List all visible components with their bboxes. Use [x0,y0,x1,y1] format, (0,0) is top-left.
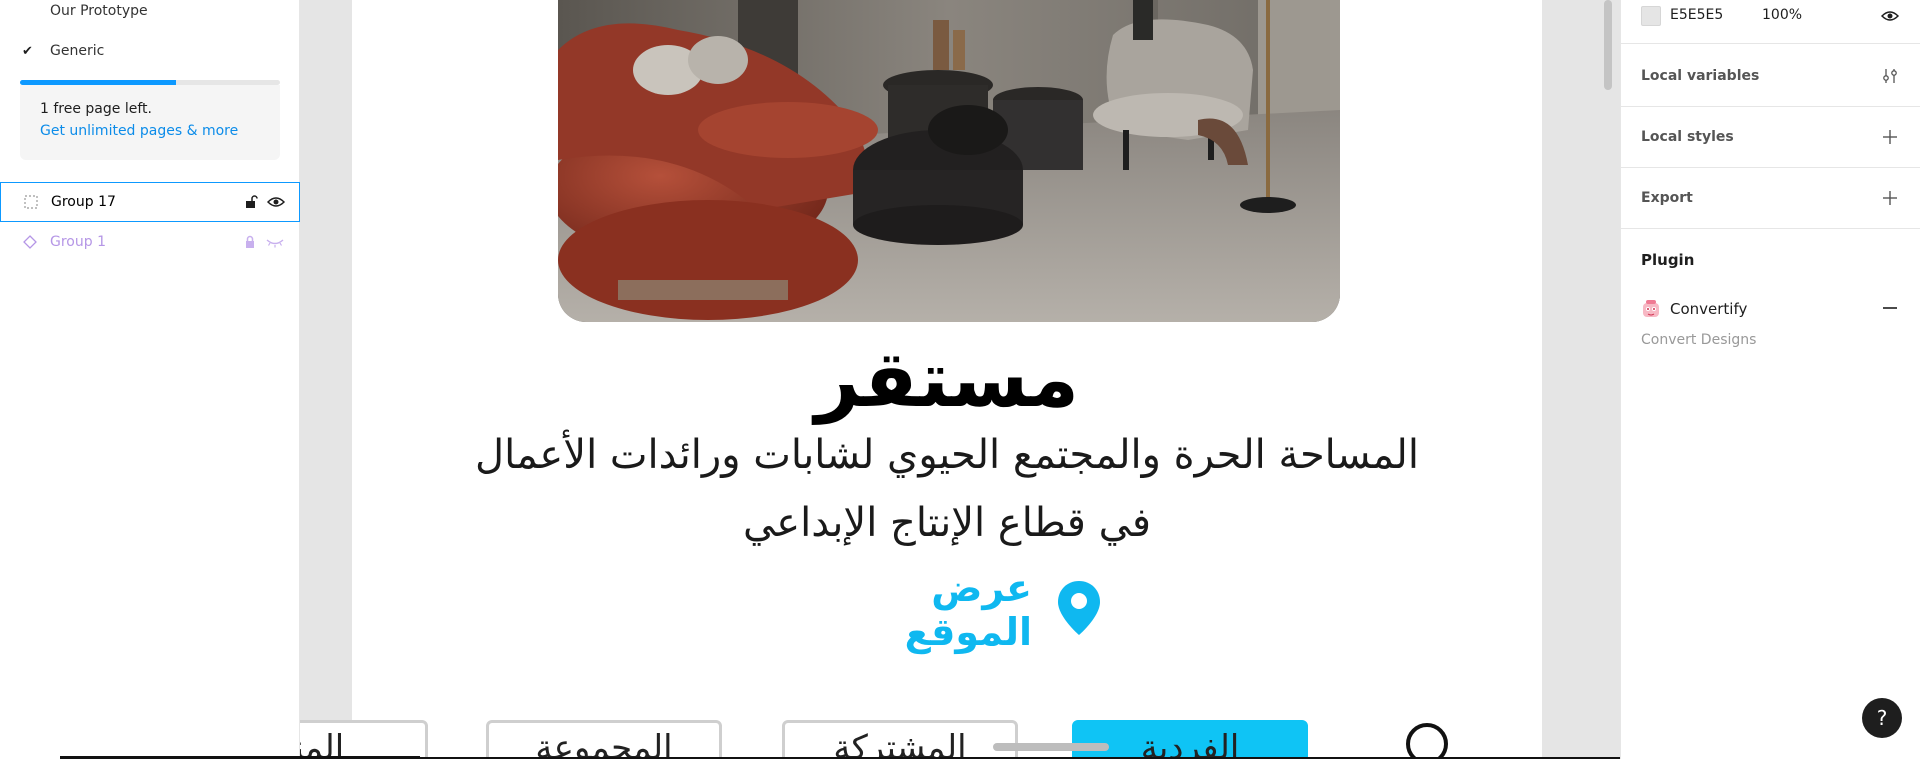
section-label: Local styles [1641,129,1734,145]
vertical-scrollbar[interactable] [1604,0,1612,90]
plus-icon[interactable] [1881,128,1899,146]
upgrade-box: 1 free page left. Get unlimited pages & … [20,85,280,160]
tab-home[interactable]: المنز [300,720,428,759]
tab-group[interactable]: المجموعة [486,720,722,759]
hero-title: مستقر [814,335,1080,425]
layers-panel: Our Prototype ✔ Generic 1 free page left… [0,0,300,759]
layer-name: Group 17 [51,194,116,210]
properties-panel: E5E5E5 100% Local variables Local styles… [1620,0,1920,759]
convertify-plugin-icon [1641,299,1661,319]
hero-subtitle-line-2: في قطاع الإنتاج الإبداعي [742,500,1152,546]
component-diamond-icon [22,234,38,250]
fill-color-swatch[interactable] [1641,6,1661,26]
plugin-name[interactable]: Convertify [1670,300,1747,318]
page-item-our-prototype[interactable]: Our Prototype [0,0,300,29]
export-section[interactable]: Export [1621,168,1920,229]
landing-page-frame[interactable]: مستقر المساحة الحرة والمجتمع الحيوي لشاب… [300,0,1542,759]
tab-shared[interactable]: المشتركة [782,720,1018,759]
layer-name: Group 1 [50,234,106,250]
lock-icon[interactable] [242,234,258,250]
local-styles-section[interactable]: Local styles [1621,107,1920,168]
layer-row-group-17[interactable]: Group 17 [0,182,300,222]
circle-shape [1405,722,1449,759]
plugin-heading: Plugin [1641,251,1695,269]
page-label: Our Prototype [50,3,148,19]
minus-icon[interactable] [1882,300,1898,316]
frame-dots-icon [23,194,39,210]
sliders-icon[interactable] [1881,67,1899,85]
hero-living-room-image [558,0,1340,322]
fill-opacity-value[interactable]: 100% [1762,7,1802,23]
map-pin-icon [1056,579,1102,641]
horizontal-scrollbar[interactable] [993,743,1109,751]
layer-row-group-1[interactable]: Group 1 [0,222,300,262]
local-variables-section[interactable]: Local variables [1621,46,1920,107]
unlock-icon[interactable] [243,194,259,210]
plus-icon[interactable] [1881,189,1899,207]
upgrade-link[interactable]: Get unlimited pages & more [40,123,260,139]
view-location-label: عرض الموقع [904,566,1032,654]
fill-row[interactable]: E5E5E5 100% [1621,0,1920,44]
section-label: Export [1641,190,1693,206]
tab-individual[interactable]: الفردية [1072,720,1308,759]
eye-icon[interactable] [1880,9,1900,27]
section-label: Local variables [1641,68,1760,84]
design-canvas[interactable]: مستقر المساحة الحرة والمجتمع الحيوي لشاب… [300,0,1620,759]
free-pages-text: 1 free page left. [40,101,152,117]
view-location-link[interactable]: عرض الموقع [802,566,1102,654]
page-item-generic[interactable]: ✔ Generic [0,33,300,69]
page-label: Generic [50,43,105,59]
help-button[interactable]: ? [1862,698,1902,738]
plugin-description: Convert Designs [1641,332,1757,348]
fill-hex-value[interactable]: E5E5E5 [1670,7,1723,23]
hero-subtitle-line-1: المساحة الحرة والمجتمع الحيوي لشابات ورا… [475,432,1419,478]
eye-closed-icon[interactable] [266,235,284,249]
checkmark-icon: ✔ [22,43,33,59]
eye-icon[interactable] [266,195,286,209]
